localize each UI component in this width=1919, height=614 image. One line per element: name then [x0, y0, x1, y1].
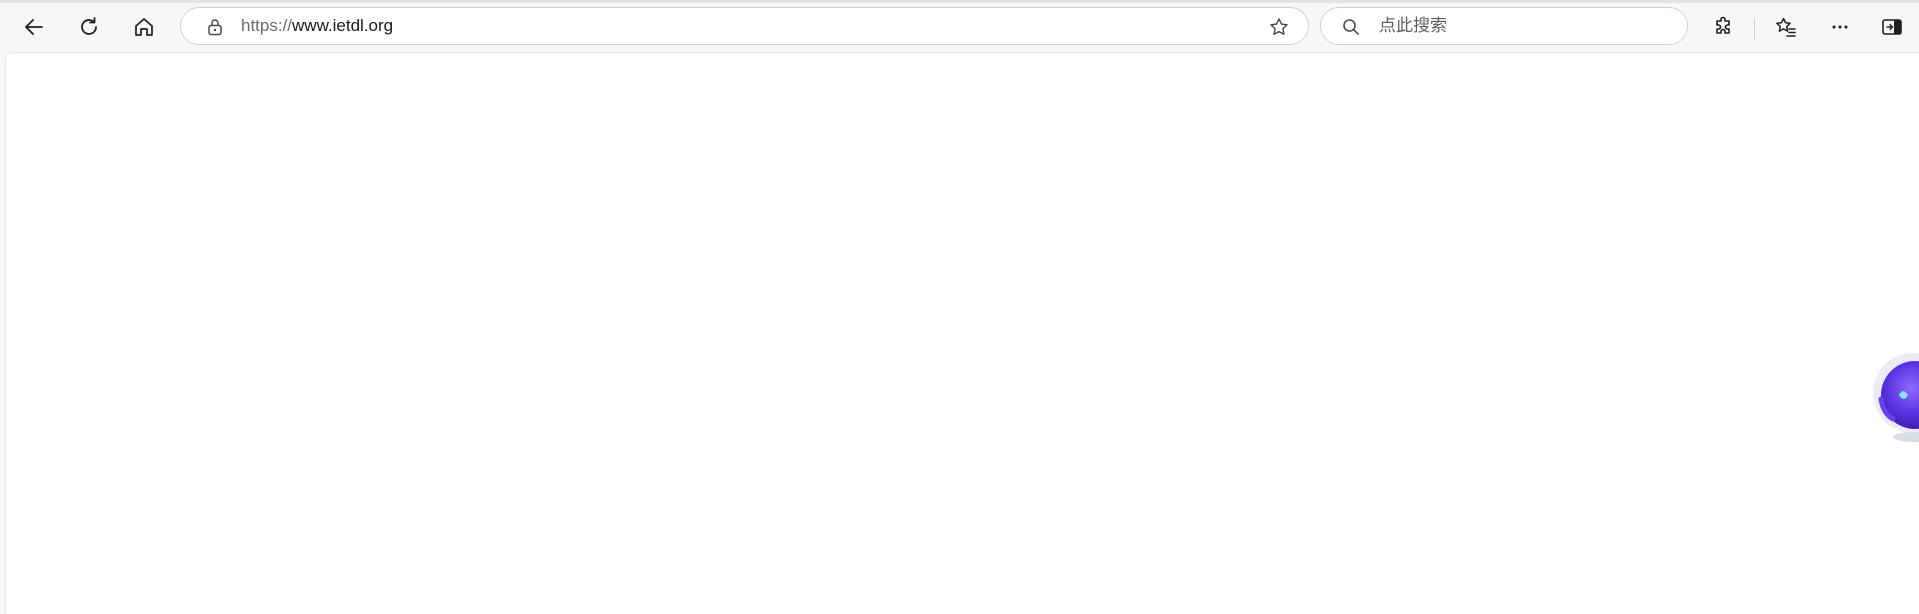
- home-icon: [135, 18, 153, 36]
- search-input[interactable]: [1379, 8, 1669, 44]
- back-button[interactable]: [16, 9, 52, 45]
- url-text[interactable]: https://www.ietdl.org: [241, 8, 393, 44]
- search-icon: [1341, 17, 1361, 37]
- url-scheme: https://: [241, 16, 293, 35]
- favorites-button[interactable]: [1768, 9, 1804, 45]
- refresh-icon: [81, 17, 97, 35]
- more-button[interactable]: [1822, 9, 1858, 45]
- lock-icon[interactable]: [205, 17, 225, 37]
- add-favorite-button[interactable]: [1268, 16, 1290, 38]
- browser-toolbar: https://www.ietdl.org: [0, 3, 1919, 50]
- assistant-avatar-icon[interactable]: [1871, 351, 1919, 447]
- url-host: www.ietdl.org: [292, 16, 394, 35]
- page-content: [5, 52, 1919, 614]
- toolbar-divider: [1754, 18, 1755, 40]
- home-button[interactable]: [126, 9, 162, 45]
- extensions-button[interactable]: [1706, 9, 1742, 45]
- puzzle-icon: [1716, 16, 1730, 34]
- refresh-button[interactable]: [71, 9, 107, 45]
- star-icon: [1270, 18, 1288, 35]
- favorites-list-icon: [1776, 17, 1796, 37]
- sidebar-toggle-button[interactable]: [1874, 9, 1910, 45]
- back-arrow-icon: [25, 19, 43, 35]
- sidebar-icon: [1882, 19, 1902, 35]
- search-box[interactable]: [1320, 7, 1688, 45]
- more-ellipsis-icon: [1832, 25, 1848, 29]
- address-bar[interactable]: https://www.ietdl.org: [180, 7, 1309, 45]
